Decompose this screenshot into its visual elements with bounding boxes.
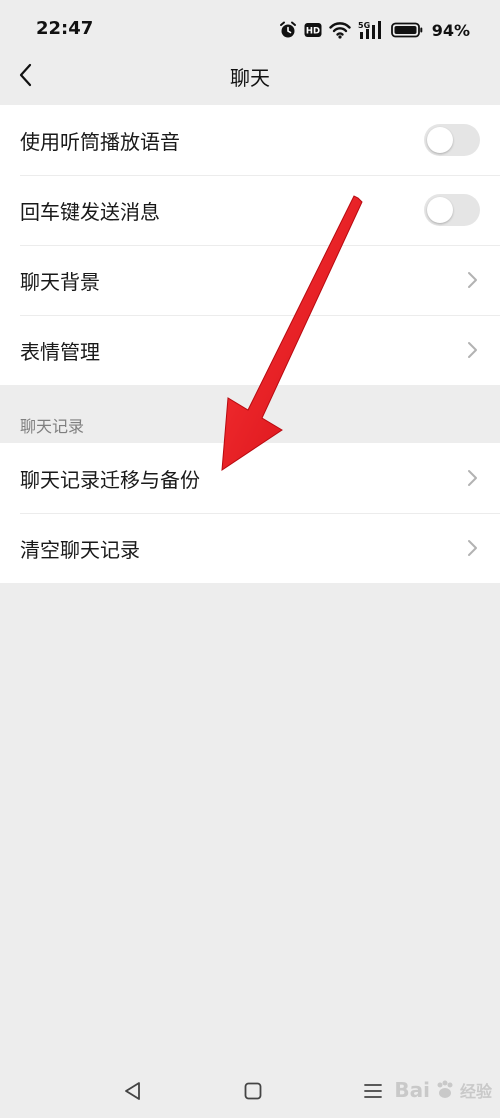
chevron-right-icon	[468, 470, 477, 486]
menu-lines-icon[interactable]	[362, 1081, 384, 1101]
5g-signal-icon: 5G	[358, 21, 381, 39]
setting-label: 聊天背景	[20, 269, 100, 294]
watermark-brand: Bai	[394, 1078, 430, 1102]
page-title: 聊天	[230, 66, 270, 90]
settings-group-history: 聊天记录迁移与备份 清空聊天记录	[0, 443, 500, 583]
chevron-right-icon	[468, 342, 477, 358]
setting-row-migrate-backup[interactable]: 聊天记录迁移与备份	[0, 443, 500, 513]
battery-icon	[390, 22, 423, 38]
setting-row-earpiece-voice[interactable]: 使用听筒播放语音	[0, 105, 500, 175]
toggle-knob	[427, 197, 453, 223]
svg-text:5G: 5G	[358, 21, 370, 30]
section-header-chat-history: 聊天记录	[20, 417, 85, 436]
setting-row-clear-history[interactable]: 清空聊天记录	[0, 513, 500, 583]
settings-group-general: 使用听筒播放语音 回车键发送消息 聊天背景 表情管理	[0, 105, 500, 385]
setting-row-enter-to-send[interactable]: 回车键发送消息	[0, 175, 500, 245]
setting-row-sticker-management[interactable]: 表情管理	[0, 315, 500, 385]
earpiece-voice-toggle[interactable]	[424, 124, 480, 156]
nav-bar: 聊天	[0, 48, 500, 104]
setting-row-chat-background[interactable]: 聊天背景	[0, 245, 500, 315]
setting-label: 聊天记录迁移与备份	[20, 467, 200, 492]
svg-text:HD: HD	[306, 27, 320, 37]
paw-icon	[437, 1080, 453, 1098]
status-time: 22:47	[36, 18, 94, 39]
chevron-right-icon	[468, 540, 477, 556]
enter-to-send-toggle[interactable]	[424, 194, 480, 226]
battery-percent: 94%	[431, 20, 470, 40]
alarm-icon	[279, 21, 296, 38]
status-icons: HD 5G 94%	[279, 17, 470, 43]
watermark-sub: 经验	[459, 1082, 492, 1101]
setting-label: 清空聊天记录	[20, 537, 140, 562]
back-triangle-icon[interactable]	[122, 1080, 144, 1102]
chevron-right-icon	[468, 272, 477, 288]
baidu-watermark: Bai 经验	[394, 1078, 492, 1102]
hd-icon: HD	[304, 23, 322, 37]
setting-label: 回车键发送消息	[20, 199, 160, 224]
toggle-knob	[427, 127, 453, 153]
wifi-icon	[329, 22, 351, 39]
setting-label: 表情管理	[20, 339, 100, 364]
setting-label: 使用听筒播放语音	[20, 129, 180, 154]
home-square-icon[interactable]	[243, 1081, 263, 1101]
